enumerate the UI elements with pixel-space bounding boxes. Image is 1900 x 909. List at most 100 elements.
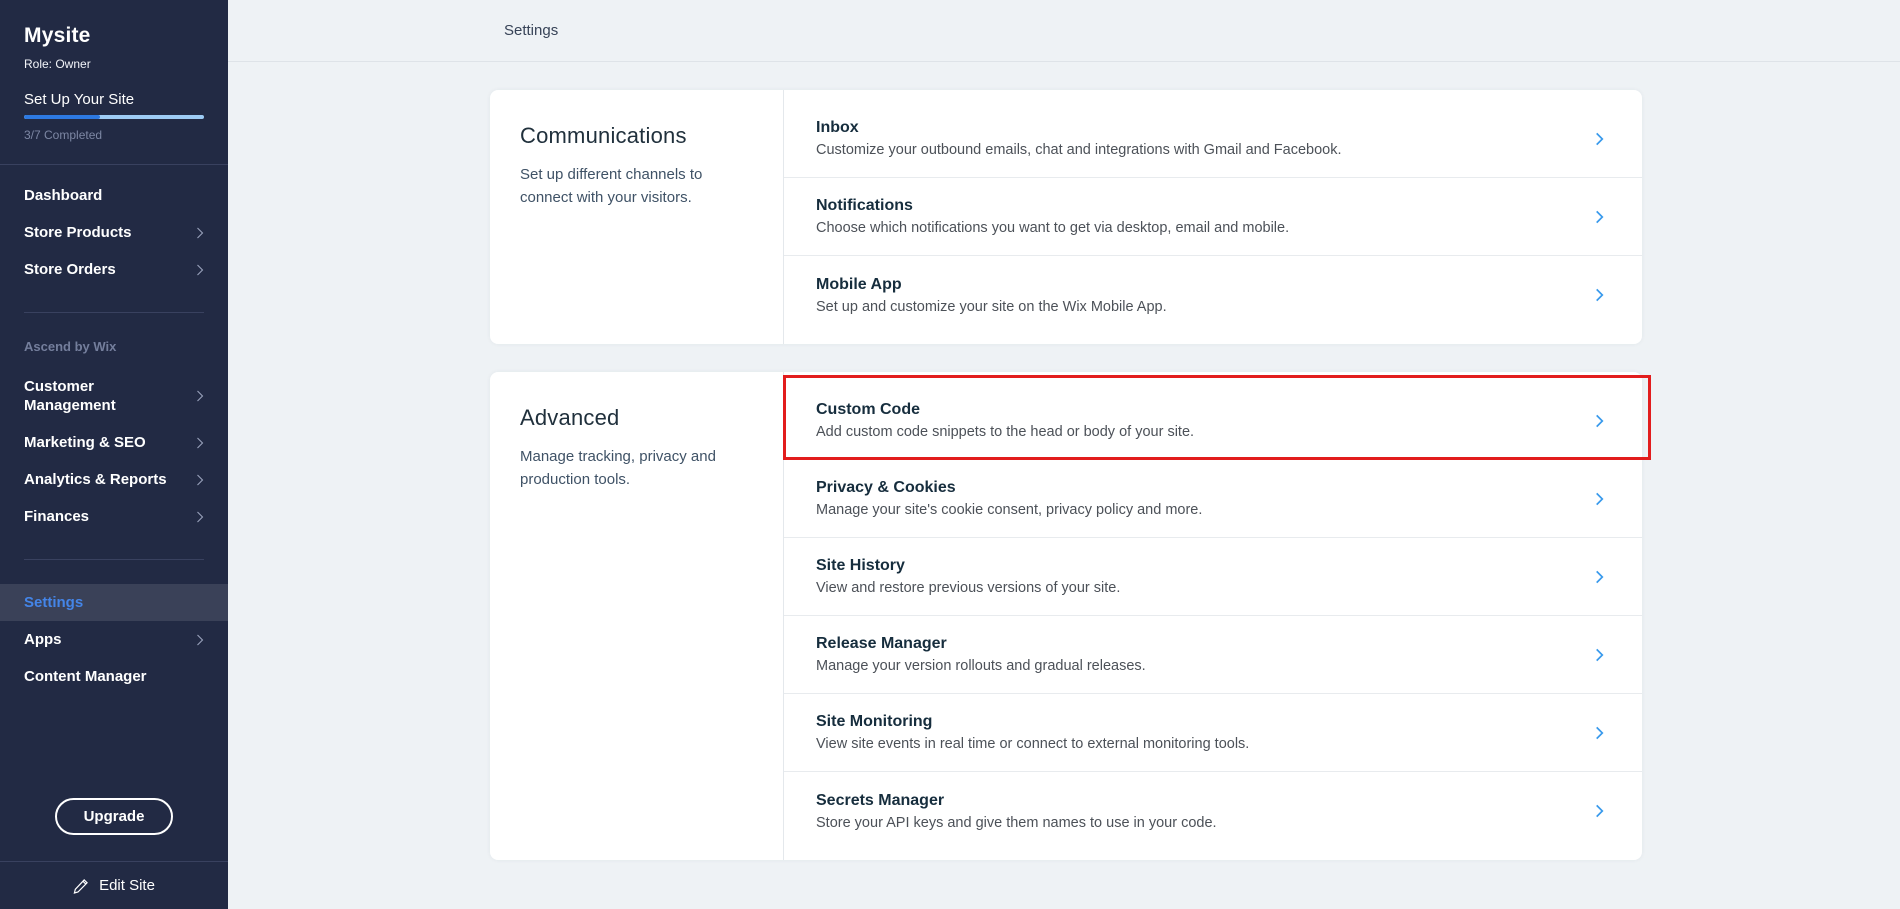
item-title: Site Monitoring: [816, 713, 1595, 731]
item-text: Notifications Choose which notifications …: [816, 197, 1595, 236]
chevron-right-icon: [1595, 210, 1604, 224]
item-title: Privacy & Cookies: [816, 479, 1595, 497]
chevron-right-icon: [196, 390, 204, 402]
setup-progress-fill: [24, 115, 100, 119]
chevron-right-icon: [1595, 570, 1604, 584]
sidebar-item-label: Content Manager: [24, 667, 147, 686]
settings-item-secrets-manager[interactable]: Secrets Manager Store your API keys and g…: [784, 772, 1642, 850]
topbar: Settings: [228, 0, 1900, 62]
edit-site-label: Edit Site: [99, 877, 155, 894]
sidebar-item-finances[interactable]: Finances: [0, 498, 228, 535]
item-description: Store your API keys and give them names …: [816, 815, 1595, 831]
upgrade-button[interactable]: Upgrade: [55, 798, 174, 835]
item-title: Release Manager: [816, 635, 1595, 653]
chevron-right-icon: [1595, 726, 1604, 740]
sidebar-divider: [24, 312, 204, 313]
page-title: Settings: [228, 22, 558, 39]
chevron-right-icon: [196, 511, 204, 523]
item-description: Manage your site's cookie consent, priva…: [816, 502, 1595, 518]
sidebar-item-label: Settings: [24, 593, 83, 612]
section-title: Advanced: [520, 405, 753, 431]
sidebar-spacer: [0, 707, 228, 798]
sidebar-item-label: Store Products: [24, 223, 132, 242]
settings-item-release-manager[interactable]: Release Manager Manage your version rollo…: [784, 616, 1642, 694]
settings-item-mobile-app[interactable]: Mobile AppSet up and customize your site…: [784, 256, 1642, 334]
item-description: Customize your outbound emails, chat and…: [816, 142, 1595, 158]
section-intro: Advanced Manage tracking, privacy and pro…: [490, 372, 783, 860]
chevron-right-icon: [1595, 414, 1604, 428]
item-description: Add custom code snippets to the head or …: [816, 424, 1595, 440]
section-items: Custom CodeAdd custom code snippets to t…: [783, 372, 1642, 860]
setup-progress-label: 3/7 Completed: [24, 128, 204, 142]
item-title: Secrets Manager: [816, 792, 1595, 810]
item-text: Secrets Manager Store your API keys and g…: [816, 792, 1595, 831]
chevron-right-icon: [1595, 288, 1604, 302]
sidebar-item-store-products[interactable]: Store Products: [0, 214, 228, 251]
setup-progress-bar: [24, 115, 204, 119]
sidebar-item-label: Store Orders: [24, 260, 116, 279]
sidebar-item-analytics-and-reports[interactable]: Analytics & Reports: [0, 461, 228, 498]
sidebar-item-settings[interactable]: Settings: [0, 584, 228, 621]
item-title: Inbox: [816, 119, 1595, 137]
sidebar-item-store-orders[interactable]: Store Orders: [0, 251, 228, 288]
sidebar: Mysite Role: Owner Set Up Your Site 3/7 …: [0, 0, 228, 909]
settings-item-privacy-and-cookies[interactable]: Privacy & Cookies Manage your site's cook…: [784, 460, 1642, 538]
site-role: Role: Owner: [24, 57, 204, 71]
sidebar-item-apps[interactable]: Apps: [0, 621, 228, 658]
settings-item-custom-code[interactable]: Custom CodeAdd custom code snippets to t…: [784, 382, 1642, 460]
item-description: Manage your version rollouts and gradual…: [816, 658, 1595, 674]
item-text: Site History View and restore previous ve…: [816, 557, 1595, 596]
chevron-right-icon: [1595, 132, 1604, 146]
section-description: Set up different channels to connect wit…: [520, 164, 748, 209]
section-intro: Communications Set up different channels …: [490, 90, 783, 344]
item-text: Privacy & Cookies Manage your site's cook…: [816, 479, 1595, 518]
chevron-right-icon: [1595, 648, 1604, 662]
item-text: Inbox Customize your outbound emails, cha…: [816, 119, 1595, 158]
chevron-right-icon: [196, 227, 204, 239]
settings-card-advanced: Advanced Manage tracking, privacy and pro…: [490, 372, 1642, 860]
settings-item-site-monitoring[interactable]: Site Monitoring View site events in real …: [784, 694, 1642, 772]
item-text: Mobile AppSet up and customize your site…: [816, 276, 1595, 315]
edit-site-button[interactable]: Edit Site: [0, 861, 228, 909]
settings-card-communications: Communications Set up different channels …: [490, 90, 1642, 344]
item-text: Release Manager Manage your version rollo…: [816, 635, 1595, 674]
sidebar-item-content-manager[interactable]: Content Manager: [0, 658, 228, 695]
sidebar-item-label: Finances: [24, 507, 89, 526]
item-description: View site events in real time or connect…: [816, 736, 1595, 752]
settings-item-site-history[interactable]: Site History View and restore previous ve…: [784, 538, 1642, 616]
sidebar-item-label: Customer Management: [24, 377, 169, 415]
chevron-right-icon: [196, 474, 204, 486]
chevron-right-icon: [196, 634, 204, 646]
main-content: Communications Set up different channels …: [228, 62, 1900, 909]
chevron-right-icon: [1595, 804, 1604, 818]
sidebar-menu-middle: Customer Management Marketing & SEO Analyt…: [0, 356, 228, 547]
item-text: Site Monitoring View site events in real …: [816, 713, 1595, 752]
settings-item-notifications[interactable]: Notifications Choose which notifications …: [784, 178, 1642, 256]
chevron-right-icon: [196, 437, 204, 449]
item-description: Set up and customize your site on the Wi…: [816, 299, 1595, 315]
item-text: Custom CodeAdd custom code snippets to t…: [816, 401, 1595, 440]
chevron-right-icon: [196, 264, 204, 276]
sidebar-item-customer-management[interactable]: Customer Management: [0, 368, 228, 424]
section-items: Inbox Customize your outbound emails, cha…: [783, 90, 1642, 344]
settings-item-inbox[interactable]: Inbox Customize your outbound emails, cha…: [784, 100, 1642, 178]
content-area: Settings Communications Set up different …: [228, 0, 1900, 909]
sidebar-item-label: Marketing & SEO: [24, 433, 146, 452]
item-title: Notifications: [816, 197, 1595, 215]
sidebar-item-label: Dashboard: [24, 186, 102, 205]
sidebar-item-dashboard[interactable]: Dashboard: [0, 177, 228, 214]
section-description: Manage tracking, privacy and production …: [520, 446, 748, 491]
chevron-right-icon: [1595, 492, 1604, 506]
section-title: Communications: [520, 123, 753, 149]
pencil-icon: [73, 878, 89, 894]
item-description: View and restore previous versions of yo…: [816, 580, 1595, 596]
sidebar-menu-bottom: Settings Apps Content Manager: [0, 572, 228, 707]
item-title: Site History: [816, 557, 1595, 575]
site-name: Mysite: [24, 24, 204, 48]
sidebar-item-label: Analytics & Reports: [24, 470, 167, 489]
sidebar-item-marketing-and-seo[interactable]: Marketing & SEO: [0, 424, 228, 461]
sidebar-item-label: Apps: [24, 630, 62, 649]
sidebar-section-label: Ascend by Wix: [0, 325, 228, 356]
setup-title: Set Up Your Site: [24, 91, 204, 108]
item-description: Choose which notifications you want to g…: [816, 220, 1595, 236]
